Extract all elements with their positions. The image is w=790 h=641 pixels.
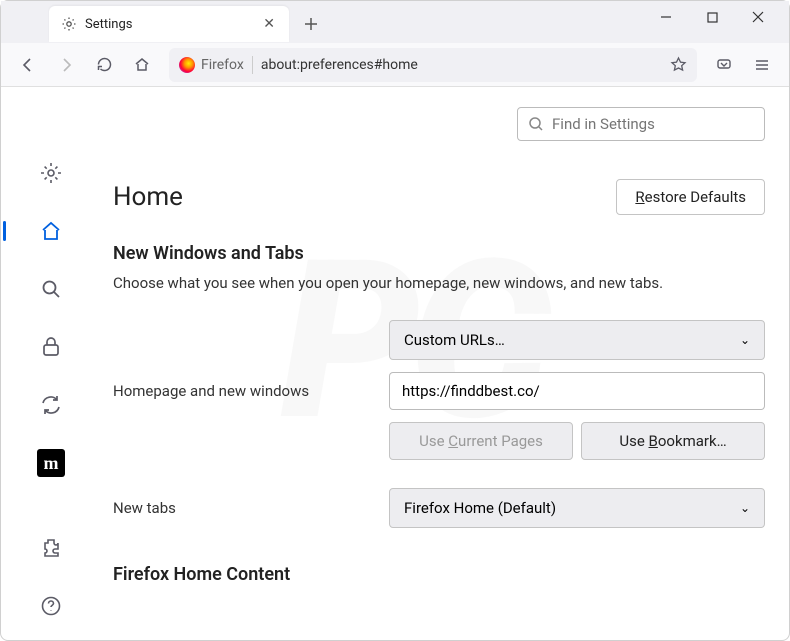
homepage-label: Homepage and new windows (113, 382, 373, 400)
separator (252, 56, 253, 74)
section-title: New Windows and Tabs (113, 243, 765, 264)
page-title: Home (113, 182, 183, 212)
back-button[interactable] (11, 48, 45, 82)
maximize-button[interactable] (689, 1, 735, 33)
window-controls (643, 1, 781, 41)
homepage-url-input[interactable] (389, 372, 765, 410)
homepage-mode-select[interactable]: Custom URLs… ⌄ (389, 320, 765, 360)
minimize-button[interactable] (643, 1, 689, 33)
bookmark-star-icon[interactable] (670, 56, 687, 73)
restore-defaults-button[interactable]: Restore Defaults (616, 179, 765, 215)
new-tabs-select[interactable]: Firefox Home (Default) ⌄ (389, 488, 765, 528)
new-tabs-label: New tabs (113, 499, 373, 517)
address-bar[interactable]: Firefox about:preferences#home (169, 48, 697, 82)
reload-button[interactable] (87, 48, 121, 82)
sidebar-item-help[interactable] (33, 588, 69, 624)
page-header: Home Restore Defaults (113, 151, 765, 215)
sidebar-item-home[interactable] (33, 213, 69, 249)
pocket-button[interactable] (707, 48, 741, 82)
homepage-buttons-row: Use Current Pages Use Bookmark… (389, 422, 765, 460)
home-button[interactable] (125, 48, 159, 82)
sidebar-item-sync[interactable] (33, 387, 69, 423)
settings-sidebar: m (1, 87, 101, 640)
sidebar-item-privacy[interactable] (33, 329, 69, 365)
section-description: Choose what you see when you open your h… (113, 274, 765, 292)
chevron-down-icon: ⌄ (740, 501, 750, 515)
toolbar: Firefox about:preferences#home (1, 43, 789, 87)
tab-title: Settings (85, 17, 253, 32)
gear-icon (61, 16, 77, 32)
search-settings-box[interactable] (517, 107, 765, 141)
homepage-mode-row: Custom URLs… ⌄ (113, 320, 765, 360)
sidebar-item-search[interactable] (33, 271, 69, 307)
sidebar-item-extensions[interactable] (33, 530, 69, 566)
sidebar-item-general[interactable] (33, 155, 69, 191)
new-tab-button[interactable] (295, 8, 327, 40)
homepage-url-row: Homepage and new windows (113, 372, 765, 410)
tab-bar: Settings ✕ (1, 1, 789, 43)
content-area: m Home Restore Defaults New Windows and … (1, 87, 789, 640)
search-settings-input[interactable] (552, 115, 754, 133)
close-window-button[interactable] (735, 1, 781, 33)
mozilla-icon: m (37, 449, 65, 477)
new-tabs-row: New tabs Firefox Home (Default) ⌄ (113, 488, 765, 528)
search-icon (528, 116, 544, 132)
settings-main-panel: Home Restore Defaults New Windows and Ta… (101, 87, 789, 640)
homepage-mode-value: Custom URLs… (404, 331, 505, 349)
menu-button[interactable] (745, 48, 779, 82)
chevron-down-icon: ⌄ (740, 333, 750, 347)
use-current-pages-button[interactable]: Use Current Pages (389, 422, 573, 460)
section-title-2: Firefox Home Content (113, 564, 765, 585)
forward-button[interactable] (49, 48, 83, 82)
site-identity[interactable]: Firefox (179, 57, 244, 73)
close-icon[interactable]: ✕ (261, 14, 277, 34)
use-bookmark-button[interactable]: Use Bookmark… (581, 422, 765, 460)
identity-label: Firefox (201, 57, 244, 73)
sidebar-item-mozilla[interactable]: m (33, 445, 69, 481)
new-tabs-value: Firefox Home (Default) (404, 499, 556, 517)
tab-settings[interactable]: Settings ✕ (49, 6, 289, 42)
firefox-icon (179, 57, 195, 73)
url-text: about:preferences#home (261, 57, 662, 73)
